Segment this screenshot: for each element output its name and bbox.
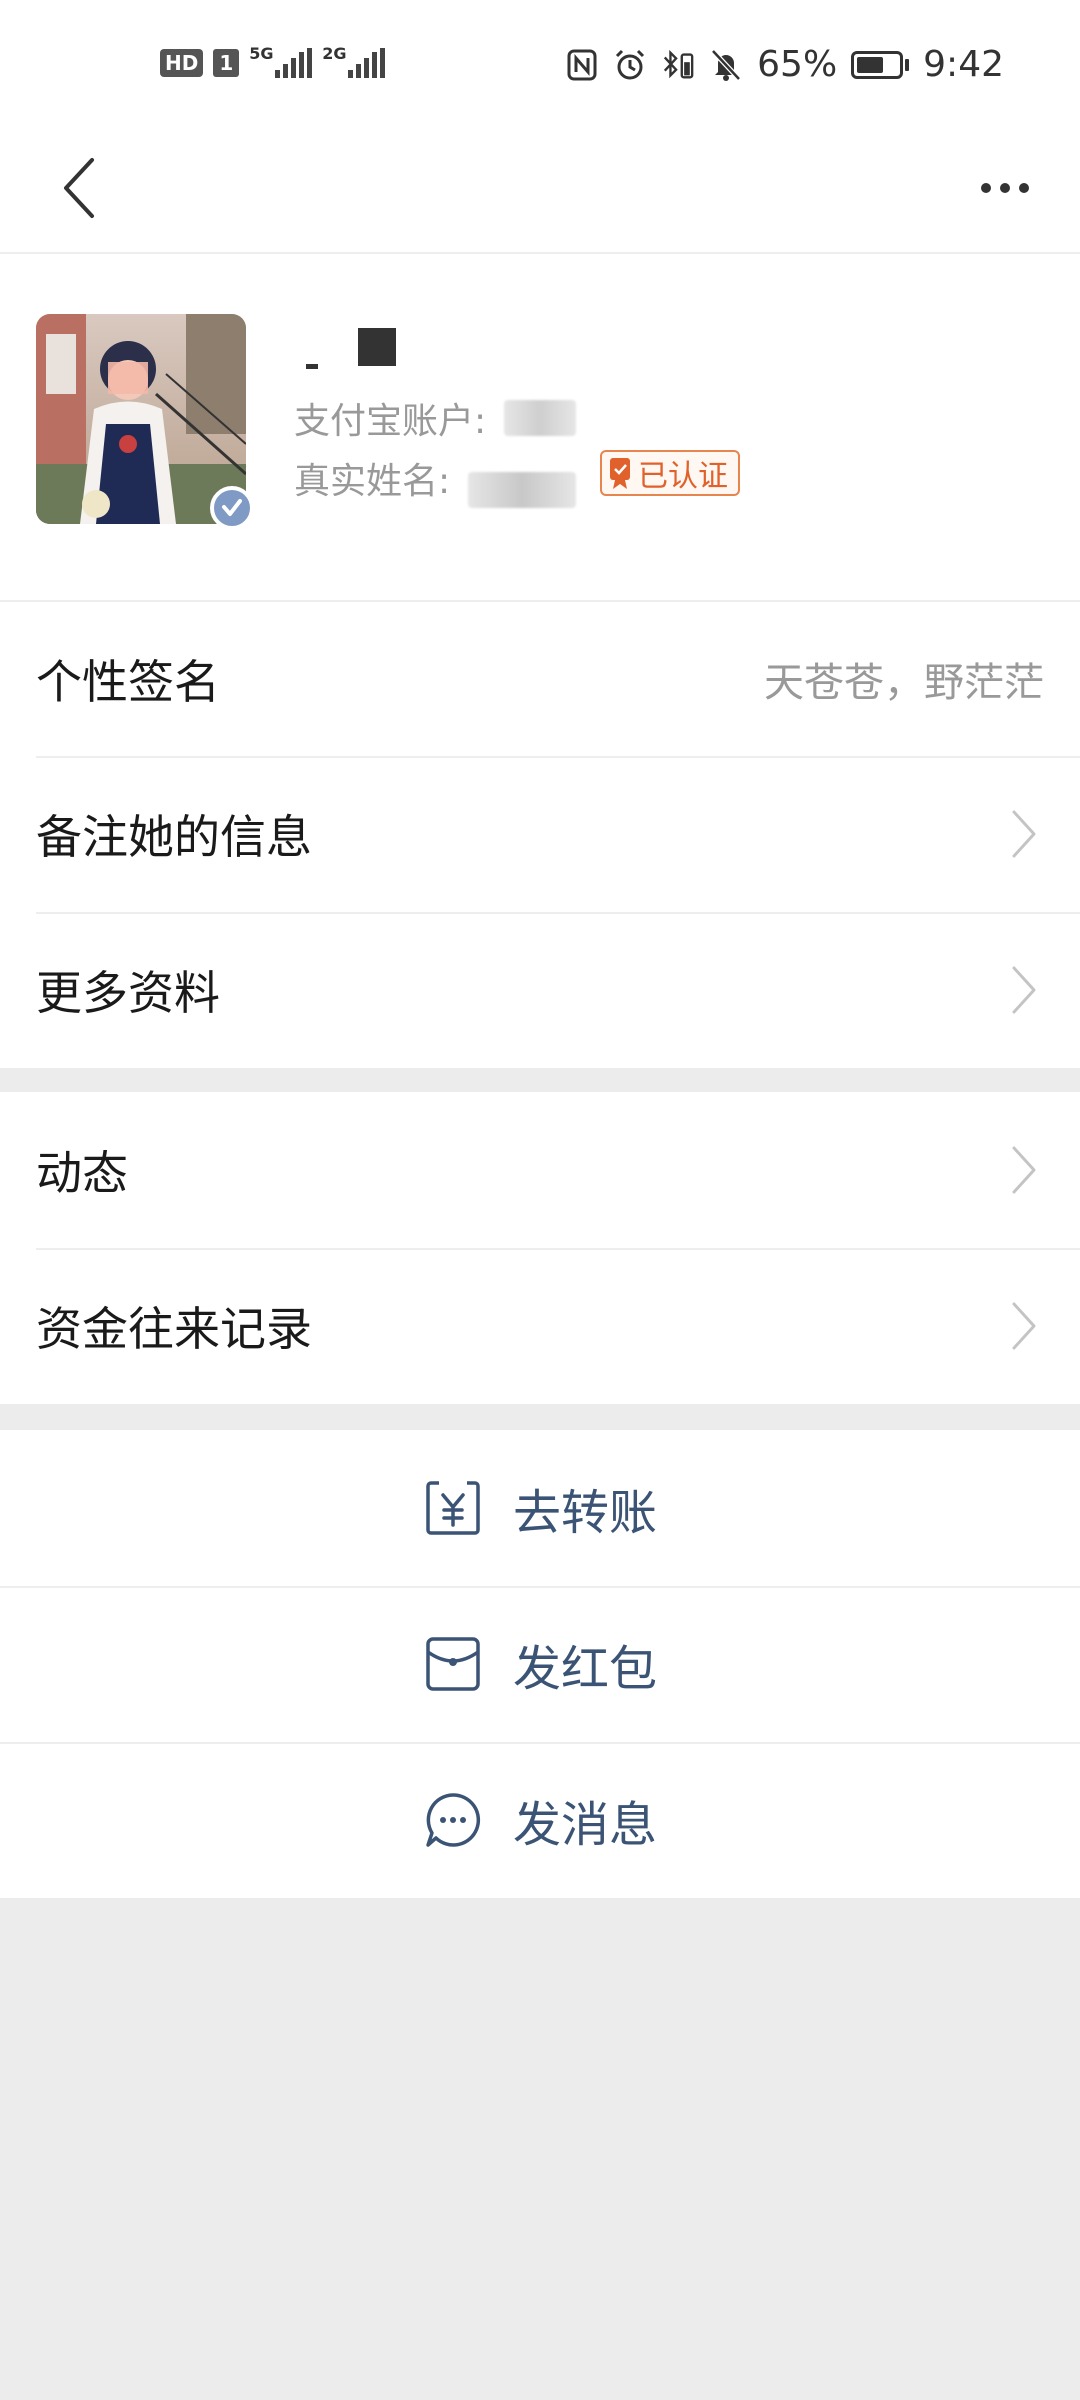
realname-value-redacted [468,472,576,508]
info-group: 个性签名 天苍苍，野茫茫 备注她的信息 更多资料 [0,600,1080,1068]
account-value-redacted [504,400,576,436]
signature-label: 个性签名 [36,655,220,709]
transfer-button[interactable]: 去转账 [0,1430,1080,1586]
battery-percent: 65% [757,44,838,85]
nickname-redacted-mark [306,364,318,369]
more-dot-icon [1019,183,1029,193]
account-label: 支付宝账户: [294,401,487,442]
status-right: 65% 9:42 [565,44,1004,85]
status-left: HD 1 5G 2G [160,44,386,78]
remark-info-label: 备注她的信息 [36,810,312,864]
signal-5g-icon: 5G [249,44,313,78]
sim-badge: 1 [213,49,240,77]
battery-fill [857,56,884,73]
more-dot-icon [981,183,991,193]
message-icon [423,1790,483,1850]
more-profile-row[interactable]: 更多资料 [0,912,1080,1068]
chevron-right-icon [1004,1296,1044,1356]
chevron-right-icon [1004,804,1044,864]
signature-row: 个性签名 天苍苍，野茫茫 [0,600,1080,756]
actions-group: 去转账 发红包 发消息 [0,1430,1080,1898]
back-button[interactable] [40,148,120,228]
chevron-right-icon [1004,960,1044,1020]
fund-records-row[interactable]: 资金往来记录 [0,1248,1080,1404]
send-message-button[interactable]: 发消息 [0,1742,1080,1898]
nav-bar [0,130,1080,254]
signal-2g-icon: 2G [322,44,386,78]
realname-label: 真实姓名: [294,461,451,502]
more-options-button[interactable] [960,148,1050,228]
red-packet-label: 发红包 [512,1641,657,1697]
profile-card: 支付宝账户: 真实姓名: 已认证 [0,254,1080,600]
send-message-label: 发消息 [512,1797,657,1853]
verified-label: 已认证 [638,459,728,494]
chevron-right-icon [1004,1140,1044,1200]
net-label-2g: 2G [322,44,347,63]
profile-screen: HD 1 5G 2G 65% 9:42 支付宝账户: 真实姓名: 已认证 个性签… [0,0,1080,2400]
red-packet-icon [423,1634,483,1694]
moments-row[interactable]: 动态 [0,1092,1080,1248]
remark-info-row[interactable]: 备注她的信息 [0,756,1080,912]
more-dot-icon [1000,183,1010,193]
signature-value: 天苍苍，野茫茫 [764,660,1044,706]
alarm-icon [613,48,647,82]
clock-time: 9:42 [923,44,1004,85]
battery-icon [851,50,910,79]
net-label-5g: 5G [249,44,274,63]
more-profile-label: 更多资料 [36,966,220,1020]
red-packet-button[interactable]: 发红包 [0,1586,1080,1742]
nickname-redacted [358,328,396,366]
nfc-icon [565,48,599,82]
feed-group: 动态 资金往来记录 [0,1092,1080,1404]
bluetooth-battery-icon [661,48,695,82]
fund-records-label: 资金往来记录 [36,1302,312,1356]
verified-badge: 已认证 [600,450,740,496]
mute-icon [709,48,743,82]
transfer-label: 去转账 [512,1485,657,1541]
chevron-left-icon [64,158,94,218]
status-bar: HD 1 5G 2G 65% 9:42 [0,0,1080,130]
hd-badge: HD [160,49,204,77]
verified-avatar-badge-icon [210,486,254,530]
certificate-icon [610,458,630,489]
transfer-icon [423,1478,483,1538]
moments-label: 动态 [36,1146,128,1200]
